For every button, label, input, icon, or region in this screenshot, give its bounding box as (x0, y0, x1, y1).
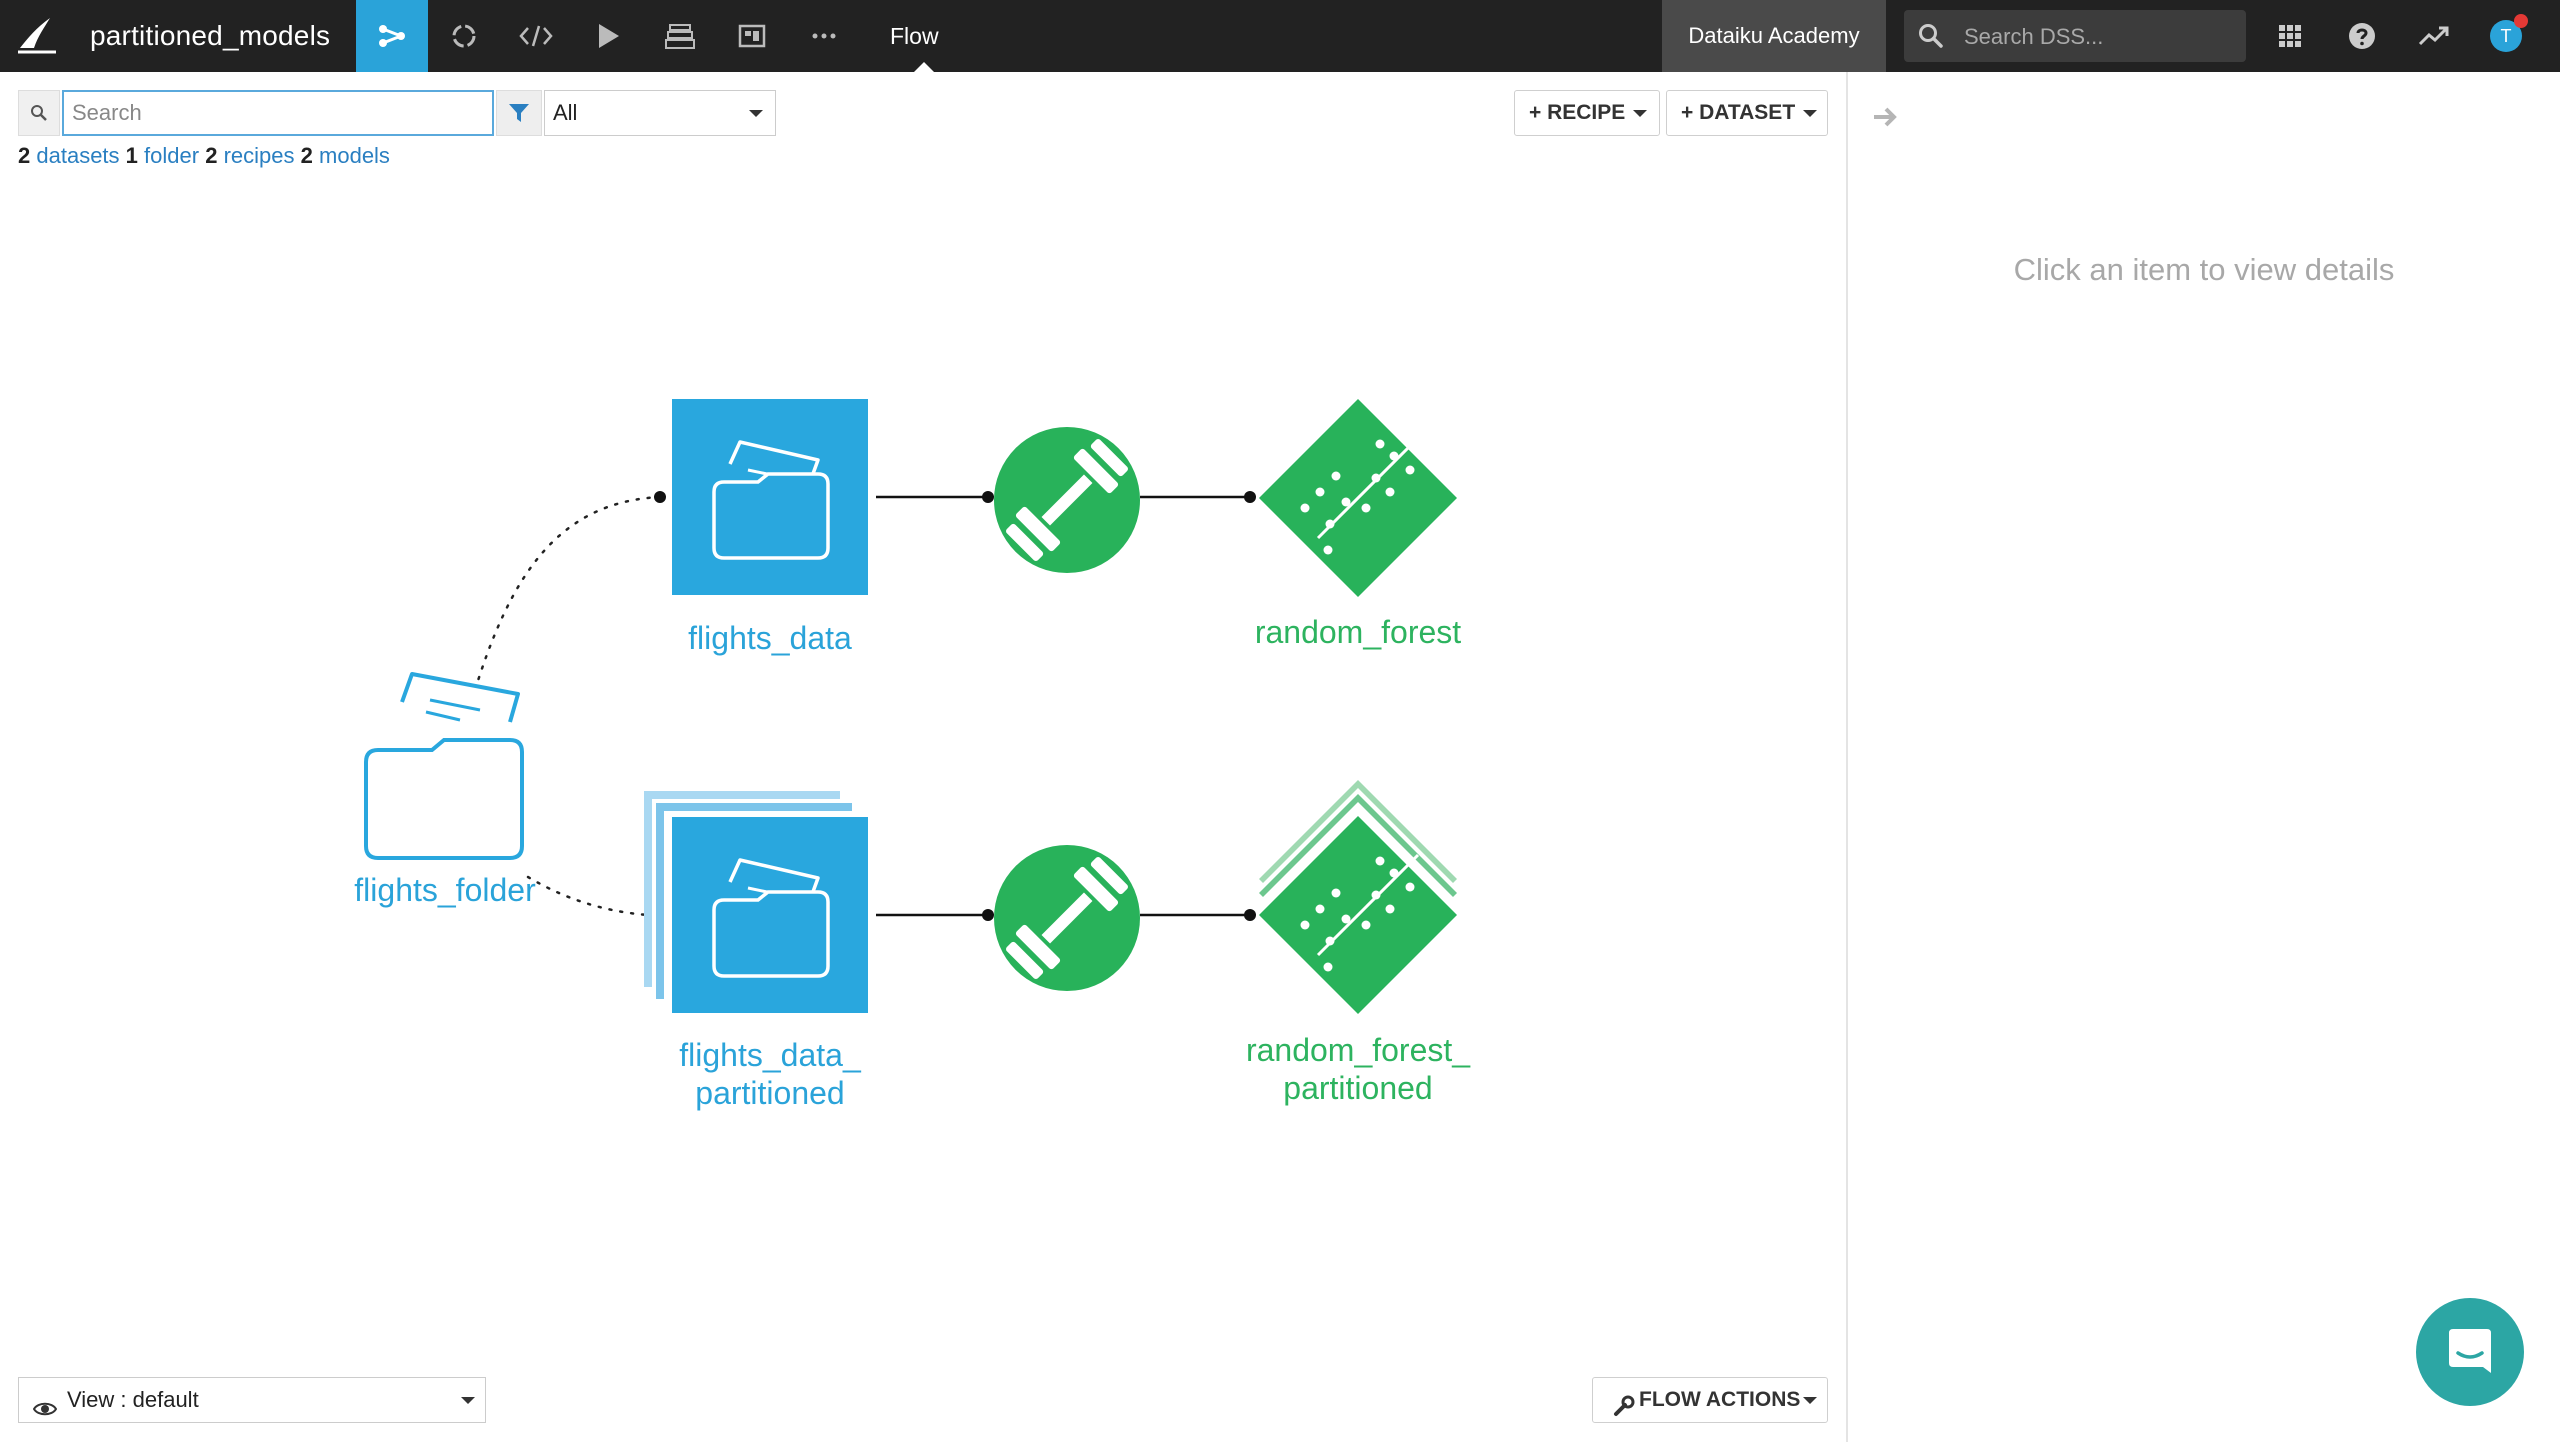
trend-icon[interactable] (2398, 0, 2470, 72)
code-icon[interactable] (500, 0, 572, 72)
flights-data-partitioned-label-line2[interactable]: partitioned (620, 1073, 920, 1113)
edge-port (654, 491, 666, 503)
dataiku-logo-icon[interactable] (0, 0, 72, 72)
flights-data-partitioned-node-icon (644, 791, 868, 1013)
flights-folder-node-icon (364, 672, 524, 860)
project-name[interactable]: partitioned_models (90, 0, 330, 72)
chevron-down-icon (461, 1397, 475, 1404)
avatar-initial: T (2500, 26, 2512, 46)
dashboard-icon[interactable] (716, 0, 788, 72)
user-avatar[interactable]: T (2470, 0, 2542, 72)
random-forest-partitioned-label-line2[interactable]: partitioned (1208, 1068, 1508, 1108)
more-icon[interactable] (788, 0, 860, 72)
code-cycle-icon[interactable] (428, 0, 500, 72)
eye-icon (32, 1390, 58, 1434)
flow-actions-label: FLOW ACTIONS (1639, 1388, 1801, 1411)
flow-actions-button[interactable]: FLOW ACTIONS (1592, 1377, 1828, 1423)
chevron-down-icon (1803, 1397, 1817, 1404)
random-forest-label[interactable]: random_forest (1208, 612, 1508, 652)
edge-port (1244, 491, 1256, 503)
flights-data-partitioned-label-line1[interactable]: flights_data_ (620, 1035, 920, 1075)
random-forest-model-icon (1259, 399, 1457, 597)
view-select-label: View : default (67, 1387, 199, 1412)
details-panel: Click an item to view details (1846, 72, 2560, 1442)
flow-icon[interactable] (356, 0, 428, 72)
details-empty-text: Click an item to view details (2013, 252, 2395, 287)
flow-canvas[interactable]: flights_folder flights_data flights_data… (0, 72, 1846, 1442)
random-forest-partitioned-model-icon (1259, 780, 1457, 1014)
chat-support-icon[interactable] (2416, 1298, 2524, 1406)
train-recipe-2-icon (994, 845, 1140, 991)
train-recipe-1-icon (994, 427, 1140, 573)
edge-folder-to-flights-data (470, 495, 662, 702)
flights-folder-label[interactable]: flights_folder (318, 870, 572, 910)
wrench-icon (1613, 1389, 1635, 1433)
edge-port (982, 491, 994, 503)
flights-data-label[interactable]: flights_data (620, 618, 920, 658)
run-icon[interactable] (572, 0, 644, 72)
random-forest-partitioned-label-line1[interactable]: random_forest_ (1208, 1030, 1508, 1070)
edge-port (982, 909, 994, 921)
dss-search[interactable] (1904, 10, 2246, 64)
top-navigation-bar: partitioned_models Flow Dataiku Academy … (0, 0, 2560, 72)
edge-port (1244, 909, 1256, 921)
flights-data-node-icon (672, 399, 868, 595)
dss-search-input[interactable] (1962, 10, 2236, 64)
notification-badge (2514, 14, 2528, 28)
instance-label[interactable]: Dataiku Academy (1662, 0, 1886, 72)
apps-grid-icon[interactable] (2254, 0, 2326, 72)
stack-icon[interactable] (644, 0, 716, 72)
current-view-indicator (914, 62, 934, 72)
collapse-panel-icon[interactable] (1870, 102, 1900, 137)
view-select[interactable]: View : default (18, 1377, 486, 1423)
help-icon[interactable] (2326, 0, 2398, 72)
search-icon (1918, 23, 1944, 54)
